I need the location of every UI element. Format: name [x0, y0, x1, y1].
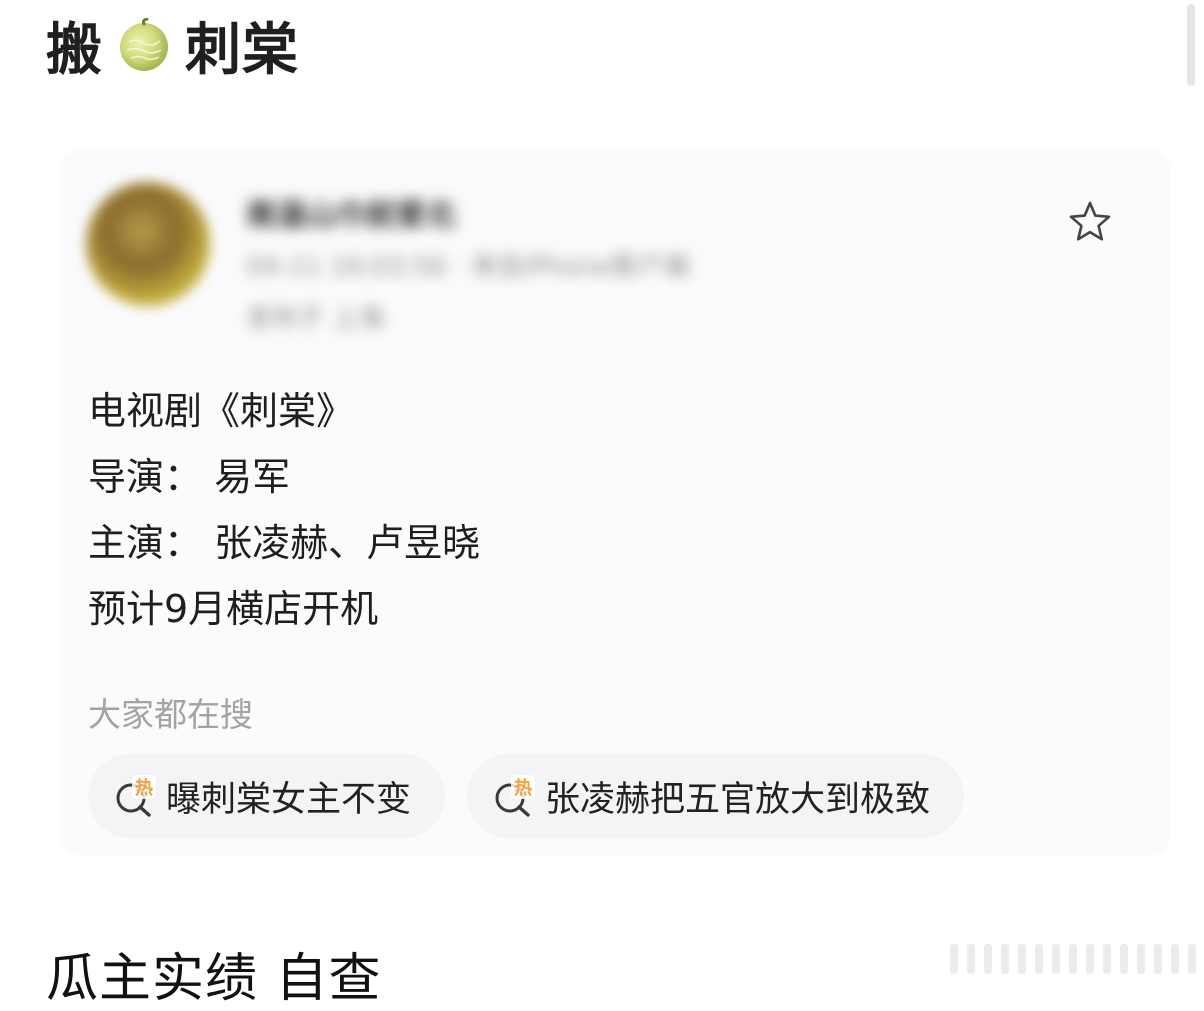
- favorite-button[interactable]: [1064, 196, 1116, 248]
- post-meta: 04-11 16:03:56 · 来自iPhone客户端: [246, 252, 690, 282]
- title-left: 搬: [46, 17, 103, 83]
- search-hint-title: 大家都在搜: [88, 695, 253, 734]
- star-icon: [1069, 201, 1111, 241]
- author-info: 南温山巾前爱北 04-11 16:03:56 · 来自iPhone客户端 发布于…: [246, 190, 689, 338]
- hot-badge: 热: [514, 777, 532, 799]
- post-line: 预计9月横店开机: [88, 587, 379, 631]
- scrollbar[interactable]: [1187, 4, 1195, 86]
- author-name[interactable]: 南温山巾前爱北: [246, 190, 689, 236]
- hot-badge: 热: [135, 777, 153, 799]
- post-line: 导演： 易军: [88, 455, 291, 499]
- post-line: 电视剧《刺棠》: [88, 389, 355, 433]
- watermark: [950, 944, 1204, 974]
- post-line: 主演： 张凌赫、卢昱晓: [88, 521, 481, 565]
- post-card: 南温山巾前爱北 04-11 16:03:56 · 来自iPhone客户端 发布于…: [60, 150, 1170, 855]
- post-location: 发布于 上海: [246, 304, 385, 334]
- search-hint-item[interactable]: 热 曝刺棠女主不变: [88, 754, 446, 838]
- melon-icon: [117, 17, 171, 72]
- page-title: 搬 刺棠: [46, 10, 299, 83]
- bottom-caption: 瓜主实绩 自查: [46, 949, 382, 1009]
- hot-search-icon: 热: [491, 773, 537, 819]
- search-hint-label: 曝刺棠女主不变: [166, 779, 412, 820]
- post-content: 电视剧《刺棠》 导演： 易军 主演： 张凌赫、卢昱晓 预计9月横店开机: [88, 378, 480, 642]
- avatar[interactable]: [86, 182, 210, 306]
- title-right: 刺棠: [185, 17, 299, 83]
- search-hint-list: 热 曝刺棠女主不变 热 张凌赫把五官放大到极致: [88, 754, 965, 838]
- search-hint-item[interactable]: 热 张凌赫把五官放大到极致: [467, 754, 965, 838]
- search-hint-label: 张凌赫把五官放大到极致: [545, 779, 931, 820]
- hot-search-icon: 热: [112, 773, 158, 819]
